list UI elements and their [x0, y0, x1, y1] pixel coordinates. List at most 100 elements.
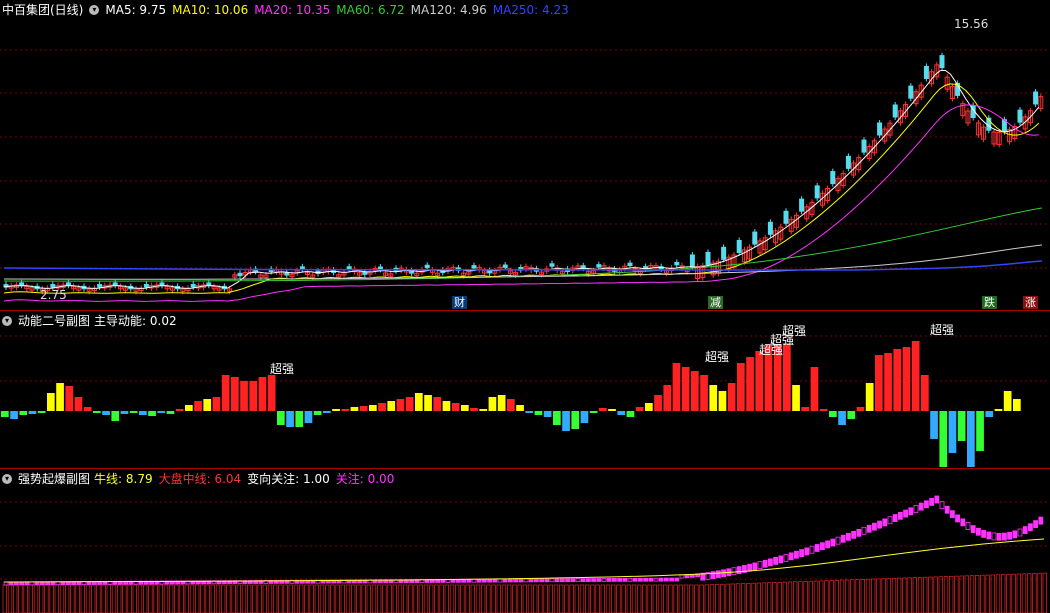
volume-bar: [824, 580, 829, 613]
volume-bar: [163, 584, 169, 613]
breakout-box: [502, 578, 508, 583]
volume-bar: [501, 584, 507, 613]
volume-bar: [231, 584, 236, 613]
volume-bar: [761, 582, 767, 613]
momentum-bar: [902, 347, 911, 411]
momentum-bar: [580, 411, 589, 423]
volume-bar: [392, 584, 397, 613]
momentum-panel[interactable]: ▾ 动能二号副图 主导动能: 0.02 超强 超强 超强 超强 超强 超强: [0, 311, 1050, 468]
momentum-bar: [654, 395, 662, 411]
momentum-bar: [755, 351, 764, 411]
momentum-bar: [212, 397, 221, 411]
momentum-histogram[interactable]: [0, 311, 1050, 468]
breakout-box: [820, 542, 825, 551]
momentum-bar: [718, 391, 727, 411]
momentum-bar: [433, 397, 442, 411]
volume-bar: [969, 575, 975, 613]
breakout-box: [960, 518, 966, 527]
volume-bar: [652, 584, 657, 613]
volume-bar: [65, 584, 70, 613]
volume-bar: [527, 584, 533, 613]
momentum-bar: [856, 407, 865, 411]
main-header: 中百集团(日线) ▾ MA5: 9.75 MA10: 10.06 MA20: 10.35…: [2, 1, 581, 19]
volume-bar: [309, 584, 314, 613]
event-tag-jian[interactable]: 减: [708, 296, 723, 309]
volume-bar: [709, 584, 715, 613]
volume-bar: [205, 584, 210, 613]
momentum-bar: [102, 411, 110, 415]
volume-bar: [725, 583, 730, 613]
candlestick-chart[interactable]: [0, 0, 1050, 310]
candle-body: [877, 122, 883, 136]
breakout-box: [565, 578, 570, 583]
volume-bar: [928, 576, 933, 613]
collapse-icon[interactable]: ▾: [89, 4, 100, 15]
momentum-bar: [497, 395, 506, 411]
volume-bar: [111, 584, 117, 613]
breakout-chart[interactable]: [0, 469, 1050, 613]
volume-bar: [891, 577, 897, 613]
volume-bar: [267, 584, 273, 613]
volume-bar: [215, 584, 221, 613]
volume-bar: [7, 584, 13, 613]
volume-bar: [787, 581, 793, 613]
momentum-bar: [599, 408, 607, 411]
volume-bar: [324, 584, 330, 613]
volume-bar: [720, 583, 725, 613]
volume-bar: [678, 584, 683, 613]
momentum-bar: [258, 377, 267, 411]
volume-bar: [829, 580, 834, 613]
breakout-panel[interactable]: ▾ 强势起爆副图 牛线: 8.79 大盘中线: 6.04 变向关注: 1.00 关注: 0…: [0, 469, 1050, 613]
volume-bar: [132, 584, 137, 613]
candle-body: [752, 231, 758, 245]
momentum-bar: [28, 411, 37, 414]
volume-bar: [28, 584, 33, 613]
momentum-value: 主导动能: 0.02: [94, 314, 177, 328]
collapse-icon[interactable]: ▾: [2, 473, 12, 484]
event-tag-cai[interactable]: 财: [452, 296, 467, 309]
candle-body: [502, 264, 508, 268]
volume-bar: [293, 584, 299, 613]
breakout-box: [606, 578, 612, 582]
breakout-box: [1022, 526, 1028, 534]
breakout-box: [913, 505, 919, 513]
volume-bar: [543, 584, 548, 613]
candle-body: [159, 282, 165, 286]
breakout-box: [970, 525, 976, 533]
volume-bar: [548, 584, 553, 613]
event-tag-die[interactable]: 跌: [982, 296, 997, 309]
collapse-icon[interactable]: ▾: [2, 315, 12, 326]
volume-bar: [605, 584, 611, 613]
momentum-bar: [709, 385, 718, 411]
momentum-bar: [221, 375, 230, 411]
candle-body: [596, 264, 602, 268]
event-tag-zhang[interactable]: 涨: [1023, 296, 1038, 309]
breakout-box: [996, 532, 1002, 541]
breakout-box: [757, 561, 763, 570]
momentum-bar: [415, 393, 423, 411]
breakout-legend-item: 大盘中线: 6.04: [158, 472, 242, 486]
breakout-box: [669, 577, 674, 582]
breakout-box: [731, 567, 737, 576]
volume-bar: [350, 584, 356, 613]
breakout-box: [830, 538, 836, 547]
candle-body: [783, 210, 789, 224]
volume-bar: [813, 580, 819, 613]
volume-bar: [59, 584, 65, 613]
volume-bar: [96, 584, 101, 613]
main-chart-panel[interactable]: 中百集团(日线) ▾ MA5: 9.75 MA10: 10.06 MA20: 10.35…: [0, 0, 1050, 310]
candle-body: [799, 198, 805, 212]
breakout-box: [507, 578, 513, 583]
momentum-bar: [921, 375, 929, 411]
momentum-bar: [470, 408, 478, 411]
volume-bar: [616, 584, 621, 613]
volume-bar: [777, 581, 782, 613]
momentum-bar: [884, 353, 892, 411]
volume-bar: [694, 584, 699, 613]
momentum-bar: [985, 411, 994, 417]
momentum-bar: [691, 371, 699, 411]
high-price-label: 15.56: [954, 17, 989, 31]
breakout-box: [747, 563, 752, 572]
volume-bar: [117, 584, 122, 613]
volume-bar: [626, 584, 631, 613]
